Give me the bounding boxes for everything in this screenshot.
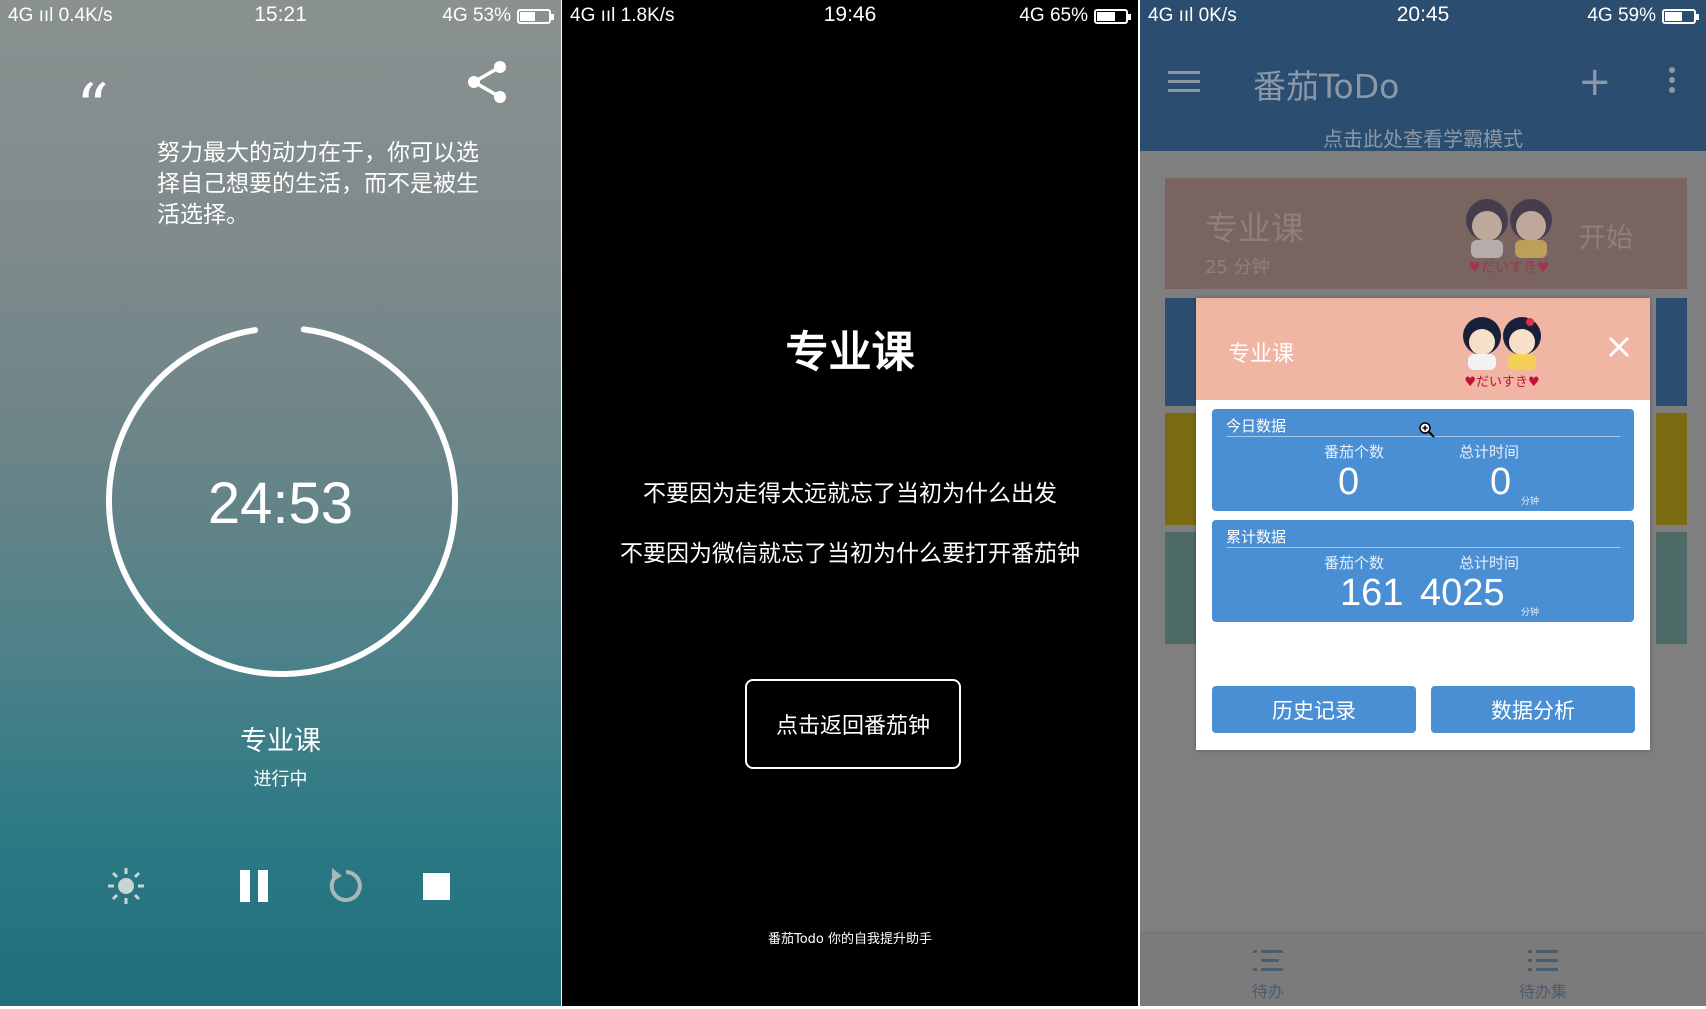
reminder-line-2: 不要因为微信就忘了当初为什么要打开番茄钟	[620, 541, 1080, 567]
task-card-strip[interactable]	[1656, 298, 1687, 406]
today-section-title: 今日数据	[1226, 417, 1287, 435]
today-time-label: 总计时间	[1459, 443, 1520, 461]
total-section-title: 累计数据	[1226, 528, 1287, 546]
add-icon[interactable]: +	[1578, 62, 1612, 102]
todo-list-icon	[1253, 950, 1283, 971]
couple-illustration-icon: ♥だいすき♥	[1463, 317, 1541, 390]
task-card-strip[interactable]	[1656, 532, 1687, 644]
start-button[interactable]: 开始	[1579, 216, 1633, 255]
motivational-quote: 努力最大的动力在于，你可以选择自己想要的生活，而不是被生活选择。	[157, 140, 479, 228]
quote-mark-icon: “	[76, 71, 109, 145]
nav-todo-collection-label: 待办集	[1518, 982, 1567, 1001]
reminder-line-1: 不要因为走得太远就忘了当初为什么出发	[643, 481, 1057, 507]
task-card-strip[interactable]	[1165, 298, 1196, 406]
status-signal: 4G 65%	[1019, 5, 1088, 26]
task-card-duration: 25 分钟	[1205, 257, 1270, 278]
nav-todo-label: 待办	[1251, 982, 1284, 1001]
share-icon[interactable]	[466, 60, 510, 104]
status-signal: 4G 59%	[1587, 5, 1656, 26]
history-button[interactable]: 历史记录	[1212, 686, 1416, 733]
nav-todo-collection[interactable]: 待办集	[1503, 948, 1583, 1002]
task-card[interactable]: 专业课 25 分钟 ♥だいすき♥ 开始	[1165, 178, 1687, 289]
app-title: 番茄ToDo	[1253, 67, 1400, 106]
task-title: 专业课	[785, 328, 915, 378]
nav-todo[interactable]: 待办	[1228, 948, 1308, 1002]
task-name: 专业课	[240, 726, 321, 757]
reset-icon[interactable]	[326, 866, 366, 906]
task-card-strip[interactable]	[1165, 532, 1196, 644]
dialog-title: 专业课	[1228, 342, 1295, 367]
svg-text:♥だいすき♥: ♥だいすき♥	[1464, 375, 1539, 390]
status-signal: 4G 53%	[442, 5, 511, 26]
hamburger-menu-icon[interactable]	[1168, 70, 1200, 94]
study-mode-banner[interactable]: 点击此处查看学霸模式	[1140, 123, 1706, 151]
status-bar: 4G ııl 1.8K/s 19:46 4G 65%	[562, 0, 1138, 34]
total-time-label: 总计时间	[1459, 554, 1520, 572]
task-card-name: 专业课	[1205, 209, 1304, 248]
timer-screen: 4G ııl 0.4K/s 15:21 4G 53% “ 努力最大的动力在于，你…	[0, 0, 561, 1006]
battery-icon	[1662, 8, 1699, 24]
today-count-label: 番茄个数	[1324, 443, 1385, 461]
battery-icon	[1094, 8, 1131, 24]
status-bar: 4G ııl 0.4K/s 15:21 4G 53%	[0, 0, 561, 34]
todo-collection-icon	[1528, 950, 1558, 971]
bottom-navigation: 待办 待办集	[1140, 932, 1706, 1006]
couple-illustration-icon: ♥だいすき♥	[1466, 199, 1552, 276]
battery-icon	[517, 8, 554, 24]
task-card-strip[interactable]	[1165, 413, 1196, 525]
svg-text:♥だいすき♥: ♥だいすき♥	[1468, 260, 1549, 276]
task-state: 进行中	[253, 769, 308, 790]
task-card-strip[interactable]	[1656, 413, 1687, 525]
total-count-value: 161	[1340, 572, 1404, 614]
countdown-timer: 24:53	[207, 471, 354, 536]
more-options-icon[interactable]	[1668, 66, 1676, 94]
total-time-unit: 分钟	[1521, 608, 1540, 618]
todo-list-screen: 4G ııl 0K/s 20:45 4G 59% 番茄ToDo + 点击此处查看…	[1140, 0, 1706, 1006]
focus-lock-screen: 4G ııl 1.8K/s 19:46 4G 65% 专业课 不要因为走得太远就…	[562, 0, 1138, 1006]
brightness-icon[interactable]	[106, 866, 146, 906]
today-count-value: 0	[1338, 461, 1360, 503]
app-footer: 番茄Todo 你的自我提升助手	[767, 932, 933, 947]
status-bar: 4G ııl 0K/s 20:45 4G 59%	[1140, 0, 1706, 34]
today-time-unit: 分钟	[1521, 497, 1540, 507]
data-analysis-button[interactable]: 数据分析	[1431, 686, 1635, 733]
pause-icon[interactable]	[238, 866, 272, 906]
total-count-label: 番茄个数	[1324, 554, 1385, 572]
total-time-value: 4025	[1420, 572, 1505, 614]
total-stats: 累计数据 番茄个数 161 总计时间 4025 分钟	[1212, 520, 1634, 622]
today-time-value: 0	[1490, 461, 1512, 503]
dialog-header: 专业课 ♥だいすき♥	[1196, 298, 1650, 400]
zoom-cursor-icon	[1419, 422, 1435, 438]
close-icon[interactable]	[1608, 336, 1630, 358]
return-to-timer-button[interactable]: 点击返回番茄钟	[745, 679, 961, 769]
task-stats-dialog: 专业课 ♥だいすき♥ 今日数据 番茄个数 0 总计时间 0 分钟 累计数据 番茄…	[1196, 298, 1650, 750]
stop-icon[interactable]	[420, 866, 454, 906]
